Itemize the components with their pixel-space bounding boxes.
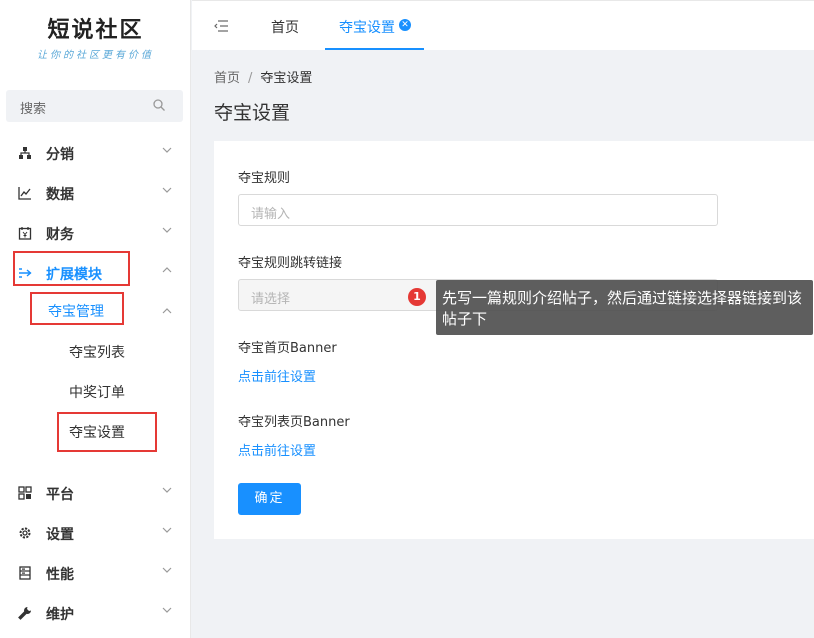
home-banner-settings-link[interactable]: 点击前往设置 [238,366,316,385]
sidebar-item-maintenance[interactable]: 维护 [0,593,191,633]
logo-slogan: 让你的社区更有价值 [37,50,154,61]
tab-home[interactable]: 首页 [271,17,299,37]
rule-link-placeholder: 请选择 [251,292,291,307]
chevron-down-icon [162,527,172,533]
sidebar-item-label: 数据 [46,187,74,203]
annotation-tooltip: 先写一篇规则介绍帖子，然后通过链接选择器链接到该帖子下 [436,280,813,335]
sidebar-item-performance[interactable]: 性能 [0,553,191,593]
sidebar-item-label: 财务 [46,227,74,243]
sidebar-search[interactable]: 搜索 [6,90,183,122]
sidebar-item-platform[interactable]: 平台 [0,473,191,513]
sitemap-icon [19,147,31,159]
breadcrumb-current: 夺宝设置 [260,71,313,86]
logo[interactable]: 短说社区 让你的社区更有价值 [0,12,191,61]
page-title: 夺宝设置 [214,102,291,124]
annotation-text: 先写一篇规则介绍帖子，然后通过链接选择器链接到该帖子下 [442,289,803,328]
subitem-label: 夺宝列表 [69,345,125,361]
rule-link-label: 夺宝规则跳转链接 [238,256,343,271]
chevron-down-icon [162,187,172,193]
breadcrumb: 首页 / 夺宝设置 [214,67,312,86]
search-icon [153,99,165,111]
logo-title: 短说社区 [47,17,144,43]
highlight-box [13,251,130,286]
home-banner-label: 夺宝首页Banner [238,341,337,356]
sidebar-item-label: 性能 [46,567,74,583]
sidebar: 短说社区 让你的社区更有价值 搜索 分销 数据 财务 扩展模块 夺宝管理 夺宝列… [0,0,191,638]
confirm-button[interactable]: 确定 [238,483,301,515]
sidebar-item-label: 分销 [46,147,74,163]
rule-input[interactable]: 请输入 [238,194,718,226]
rule-label: 夺宝规则 [238,171,291,186]
sidebar-item-winning-orders[interactable]: 中奖订单 [0,371,191,411]
grid-icon [18,486,32,500]
list-banner-label: 夺宝列表页Banner [238,415,350,430]
settings-form-card: 夺宝规则 请输入 夺宝规则跳转链接 请选择 夺宝首页Banner 点击前往设置 … [214,141,814,539]
chevron-down-icon [162,487,172,493]
chevron-up-icon [162,308,172,314]
close-icon[interactable]: ✕ [399,19,411,31]
list-banner-settings-link[interactable]: 点击前往设置 [238,440,316,459]
gear-icon [19,527,31,539]
chevron-down-icon [162,147,172,153]
server-icon [19,566,31,580]
chevron-down-icon [162,567,172,573]
sidebar-item-label: 设置 [46,527,74,543]
breadcrumb-home[interactable]: 首页 [214,71,240,86]
search-label: 搜索 [20,102,47,117]
sidebar-item-settings[interactable]: 设置 [0,513,191,553]
step-badge: 1 [408,288,426,306]
chevron-up-icon [162,267,172,273]
highlight-box [57,412,157,452]
sidebar-item-distribution[interactable]: 分销 [0,133,191,173]
tab-active-indicator [325,48,424,50]
sidebar-item-treasure-list[interactable]: 夺宝列表 [0,331,191,371]
menu-collapse-icon[interactable] [214,20,228,32]
rule-input-placeholder: 请输入 [251,207,291,222]
sidebar-item-label: 维护 [46,607,74,623]
sidebar-item-data[interactable]: 数据 [0,173,191,213]
highlight-box [30,292,124,325]
sidebar-item-finance[interactable]: 财务 [0,213,191,253]
line-chart-icon [18,187,31,200]
chevron-down-icon [162,227,172,233]
breadcrumb-separator: / [248,71,253,86]
calendar-yen-icon [18,227,32,240]
wrench-icon [18,607,31,620]
top-tab-bar: 首页 夺宝设置 ✕ [192,0,814,50]
tab-treasure-settings[interactable]: 夺宝设置 [339,17,395,37]
sidebar-item-label: 平台 [46,487,74,503]
chevron-down-icon [162,607,172,613]
subitem-label: 中奖订单 [69,385,125,401]
